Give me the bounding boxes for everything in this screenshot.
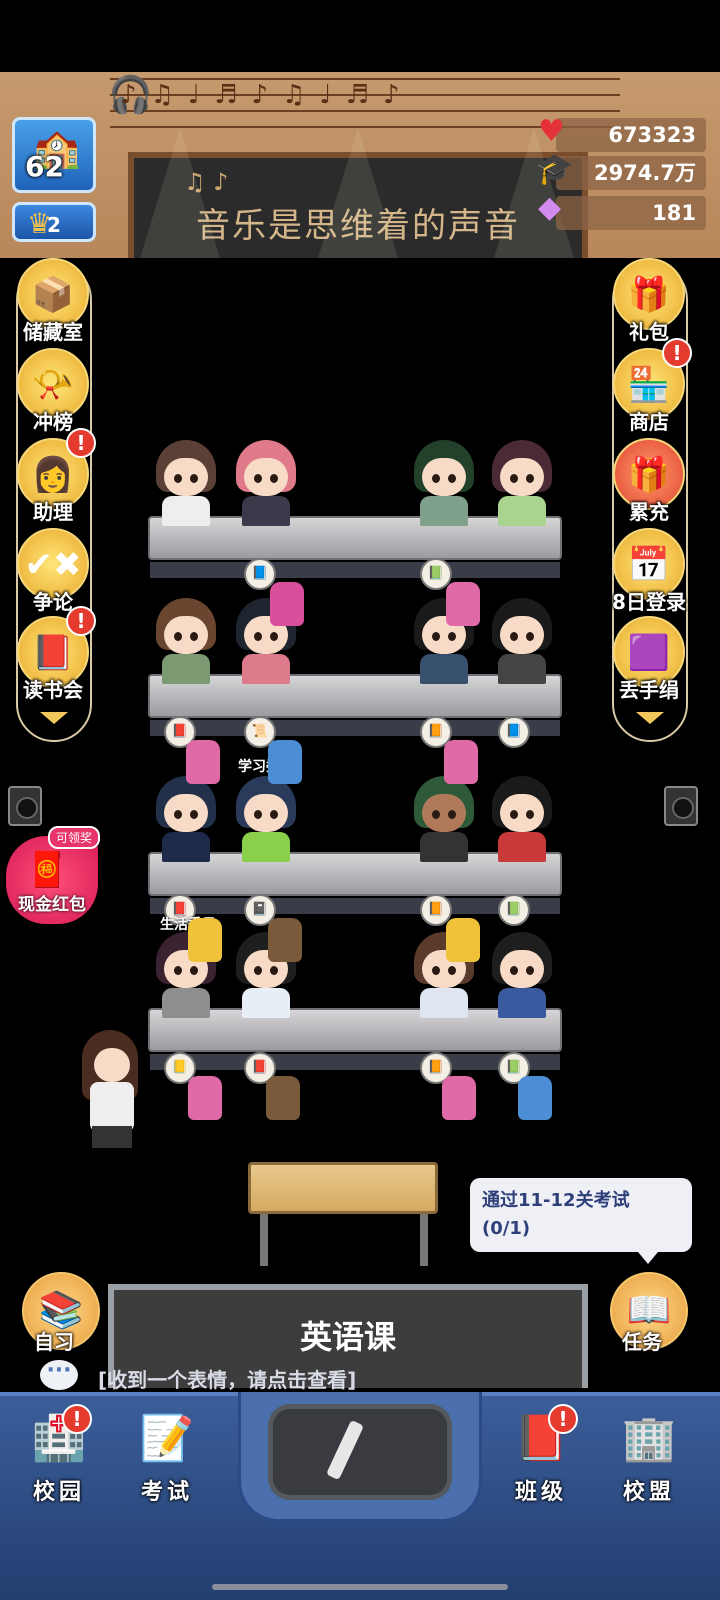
- knowledge-value: 2974.7万: [593, 161, 696, 185]
- system-home-indicator[interactable]: [212, 1584, 508, 1590]
- menu-cumulative-recharge[interactable]: 🎁 累充: [606, 438, 692, 525]
- menu-book-club-label: 读书会: [23, 678, 83, 702]
- chat-message: [收到一个表情，请点击查看]: [98, 1368, 357, 1392]
- backpack-icon: [186, 740, 220, 784]
- backpack-icon: [188, 918, 222, 962]
- menu-8-day-login-label: 8日登录: [612, 590, 686, 614]
- collapse-chevron-icon[interactable]: [636, 712, 664, 724]
- student[interactable]: [490, 932, 554, 1018]
- student[interactable]: [154, 440, 218, 526]
- cash-red-packet-button[interactable]: 可领奖 🧧 现金红包: [6, 826, 100, 924]
- lesson-title: 英语课: [299, 1318, 396, 1356]
- hearts-value: 673323: [608, 123, 696, 147]
- teacher-podium: [248, 1162, 438, 1214]
- backpack-icon: [442, 1076, 476, 1120]
- backpack-icon: [444, 740, 478, 784]
- menu-storage-label: 储藏室: [23, 320, 83, 344]
- self-study-icon: 📚: [38, 1290, 84, 1331]
- notification-badge: !: [62, 1404, 92, 1434]
- spotlight: [318, 128, 398, 258]
- resource-diamonds: 181: [556, 196, 706, 230]
- pen-action-button[interactable]: [268, 1404, 452, 1500]
- task-title: 通过11-12关考试: [482, 1190, 630, 1211]
- backpack-icon: [268, 740, 302, 784]
- notification-badge: !: [66, 428, 96, 458]
- menu-handkerchief-label: 丢手绢: [619, 678, 679, 702]
- menu-shop-label: 商店: [629, 410, 669, 434]
- nav-exam-label: 考试: [140, 1480, 193, 1505]
- nav-campus-label: 校园: [32, 1480, 85, 1505]
- resource-knowledge: 2974.7万: [556, 156, 706, 190]
- task-label: 任务: [622, 1330, 662, 1354]
- student[interactable]: [154, 598, 218, 684]
- chat-bubble-icon: ···: [40, 1360, 78, 1390]
- student[interactable]: [490, 440, 554, 526]
- nav-class-label: 班级: [514, 1480, 567, 1505]
- backpack-icon: [268, 918, 302, 962]
- notification-badge: !: [66, 606, 96, 636]
- task-progress: (0/1): [482, 1218, 531, 1239]
- cash-red-packet-label: 现金红包: [18, 895, 86, 915]
- student[interactable]: [412, 776, 476, 862]
- podium-leg: [420, 1214, 428, 1266]
- speaker-icon: [8, 786, 42, 826]
- nav-campus[interactable]: 🏥 校园: [14, 1412, 104, 1506]
- red-envelope-icon: 🧧: [26, 850, 69, 890]
- nav-school-alliance[interactable]: 🏢 校盟: [604, 1412, 694, 1506]
- resource-hearts: 673323: [556, 118, 706, 152]
- book-badge-icon[interactable]: 📘: [498, 716, 530, 748]
- student[interactable]: [412, 440, 476, 526]
- student[interactable]: [490, 598, 554, 684]
- desk-base: [150, 562, 560, 578]
- collapse-chevron-icon[interactable]: [40, 712, 68, 724]
- backpack-icon: [518, 1076, 552, 1120]
- backpack-icon: [446, 582, 480, 626]
- nav-exam[interactable]: 📝 考试: [122, 1412, 212, 1506]
- podium-leg: [260, 1214, 268, 1266]
- backpack-icon: [266, 1076, 300, 1120]
- menu-assistant-label: 助理: [33, 500, 73, 524]
- menu-cumulative-recharge-label: 累充: [629, 500, 669, 524]
- student[interactable]: [490, 776, 554, 862]
- menu-8-day-login[interactable]: 📅 8日登录: [606, 528, 692, 615]
- speaker-icon: [664, 786, 698, 826]
- diamonds-value: 181: [652, 201, 696, 225]
- task-book-icon: 📖: [626, 1290, 672, 1331]
- student[interactable]: [234, 776, 298, 862]
- diamond-icon: ◆: [538, 190, 562, 225]
- music-notes-decoration: ♪♫♩♬♪♫♩♬♪: [120, 80, 414, 110]
- backpack-icon: [188, 1076, 222, 1120]
- claimable-tag: 可领奖: [47, 826, 100, 849]
- notification-badge: !: [662, 338, 692, 368]
- school-level: 62: [25, 150, 64, 183]
- notification-badge: !: [548, 1404, 578, 1434]
- exam-paper-icon: 📝: [139, 1413, 195, 1464]
- backpack-icon: [446, 918, 480, 962]
- menu-handkerchief[interactable]: 🟪 丢手绢: [606, 616, 692, 703]
- school-alliance-icon: 🏢: [621, 1413, 677, 1464]
- menu-gift-pack[interactable]: 🎁 礼包: [606, 258, 692, 345]
- graduation-cap-icon: 🎓: [536, 152, 574, 187]
- menu-ranking[interactable]: 📯 冲榜: [10, 348, 96, 435]
- school-level-badge[interactable]: 🏫 62: [12, 117, 96, 193]
- student[interactable]: [154, 776, 218, 862]
- rank-number: 2: [47, 213, 61, 237]
- rank-badge[interactable]: ♛ 2: [12, 202, 96, 242]
- menu-storage[interactable]: 📦 储藏室: [10, 258, 96, 345]
- student[interactable]: [234, 440, 298, 526]
- self-study-label: 自习: [34, 1330, 74, 1354]
- heart-icon: ♥: [538, 114, 565, 149]
- backpack-icon: [270, 582, 304, 626]
- menu-debate[interactable]: ✔✖ 争论: [10, 528, 96, 615]
- spotlight: [140, 128, 220, 258]
- teacher-character[interactable]: [74, 1030, 150, 1150]
- nav-school-alliance-label: 校盟: [622, 1480, 675, 1505]
- book-badge-icon[interactable]: 📗: [498, 894, 530, 926]
- task-tooltip[interactable]: 通过11-12关考试 (0/1): [470, 1178, 692, 1264]
